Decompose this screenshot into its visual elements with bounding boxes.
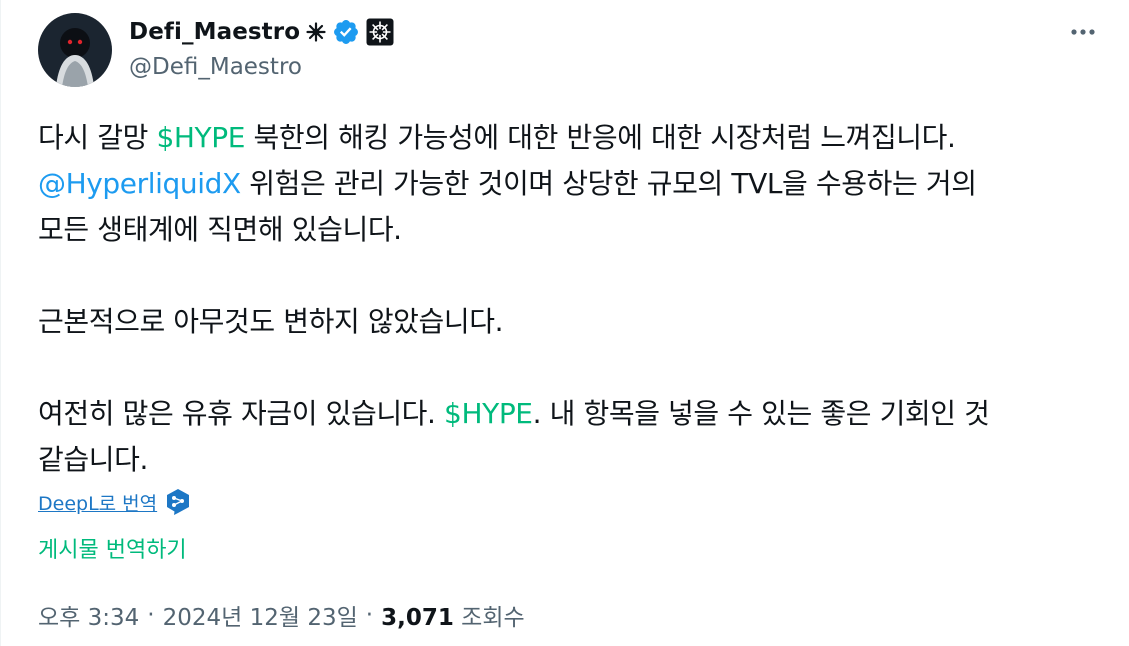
tweet-paragraph: 근본적으로 아무것도 변하지 않았습니다. (38, 299, 1113, 345)
meta-separator: · (147, 602, 155, 628)
views-label: 조회수 (461, 605, 525, 631)
cashtag-link[interactable]: $HYPE (444, 397, 533, 430)
tweet-text: 다시 갈망 $HYPE 북한의 해킹 가능성에 대한 반응에 대한 시장처럼 느… (38, 115, 1113, 483)
text-segment: 북한의 해킹 가능성에 대한 반응에 대한 시장처럼 느껴집니다. (245, 121, 956, 154)
tweet-paragraph: 다시 갈망 $HYPE 북한의 해킹 가능성에 대한 반응에 대한 시장처럼 느… (38, 115, 1113, 253)
text-segment: . 내 항목을 넣을 수 있는 좋은 기회인 것 (532, 397, 990, 430)
sparkle-icon (306, 22, 326, 42)
text-segment: 근본적으로 아무것도 변하지 않았습니다. (38, 305, 504, 338)
tweet-date[interactable]: 2024년 12월 23일 (163, 598, 358, 632)
text-segment: 다시 갈망 (38, 121, 157, 154)
tweet-detail: Defi_Maestro @Defi_Maestro 다시 갈망 $HYPE 북… (0, 0, 1129, 646)
text-segment: 위험은 관리 가능한 것이며 상당한 규모의 TVL을 수용하는 거의 (240, 167, 977, 200)
deepl-translate-link[interactable]: DeepL로 번역 (38, 489, 157, 516)
tweet-line: 같습니다. (38, 443, 148, 476)
avatar[interactable] (38, 13, 112, 87)
tweet-line: 근본적으로 아무것도 변하지 않았습니다. (38, 305, 504, 338)
more-options-button[interactable] (1061, 18, 1105, 46)
verified-badge-icon[interactable] (332, 18, 360, 46)
author-handle[interactable]: @Defi_Maestro (129, 54, 302, 80)
avatar-image (38, 13, 112, 87)
deepl-translate-row: DeepL로 번역 (38, 488, 191, 516)
translate-post-link[interactable]: 게시물 번역하기 (38, 532, 187, 564)
deepl-logo-icon[interactable] (165, 488, 191, 516)
tweet-line: 다시 갈망 $HYPE 북한의 해킹 가능성에 대한 반응에 대한 시장처럼 느… (38, 121, 956, 154)
author-name-row: Defi_Maestro (129, 14, 394, 50)
display-name[interactable]: Defi_Maestro (129, 19, 300, 45)
tweet-paragraph: 여전히 많은 유휴 자금이 있습니다. $HYPE. 내 항목을 넣을 수 있는… (38, 391, 1113, 483)
tweet-time[interactable]: 오후 3:34 (38, 598, 139, 632)
meta-separator: · (365, 602, 374, 628)
cashtag-link[interactable]: $HYPE (156, 121, 245, 154)
text-segment: 여전히 많은 유휴 자금이 있습니다. (38, 397, 445, 430)
views: 3,071 조회수 (381, 598, 525, 632)
text-segment: 같습니다. (38, 443, 148, 476)
more-dots-icon (1071, 29, 1095, 35)
tweet-meta: 오후 3:34 · 2024년 12월 23일 · 3,071 조회수 (38, 598, 525, 632)
text-segment: 모든 생태계에 직면해 있습니다. (38, 213, 402, 246)
affiliate-logo-icon[interactable] (366, 18, 394, 46)
tweet-line: 모든 생태계에 직면해 있습니다. (38, 213, 402, 246)
tweet-line: 여전히 많은 유휴 자금이 있습니다. $HYPE. 내 항목을 넣을 수 있는… (38, 397, 990, 430)
views-count: 3,071 (381, 605, 454, 631)
tweet-line: @HyperliquidX 위험은 관리 가능한 것이며 상당한 규모의 TVL… (38, 167, 977, 200)
mention-link[interactable]: @HyperliquidX (38, 167, 241, 200)
